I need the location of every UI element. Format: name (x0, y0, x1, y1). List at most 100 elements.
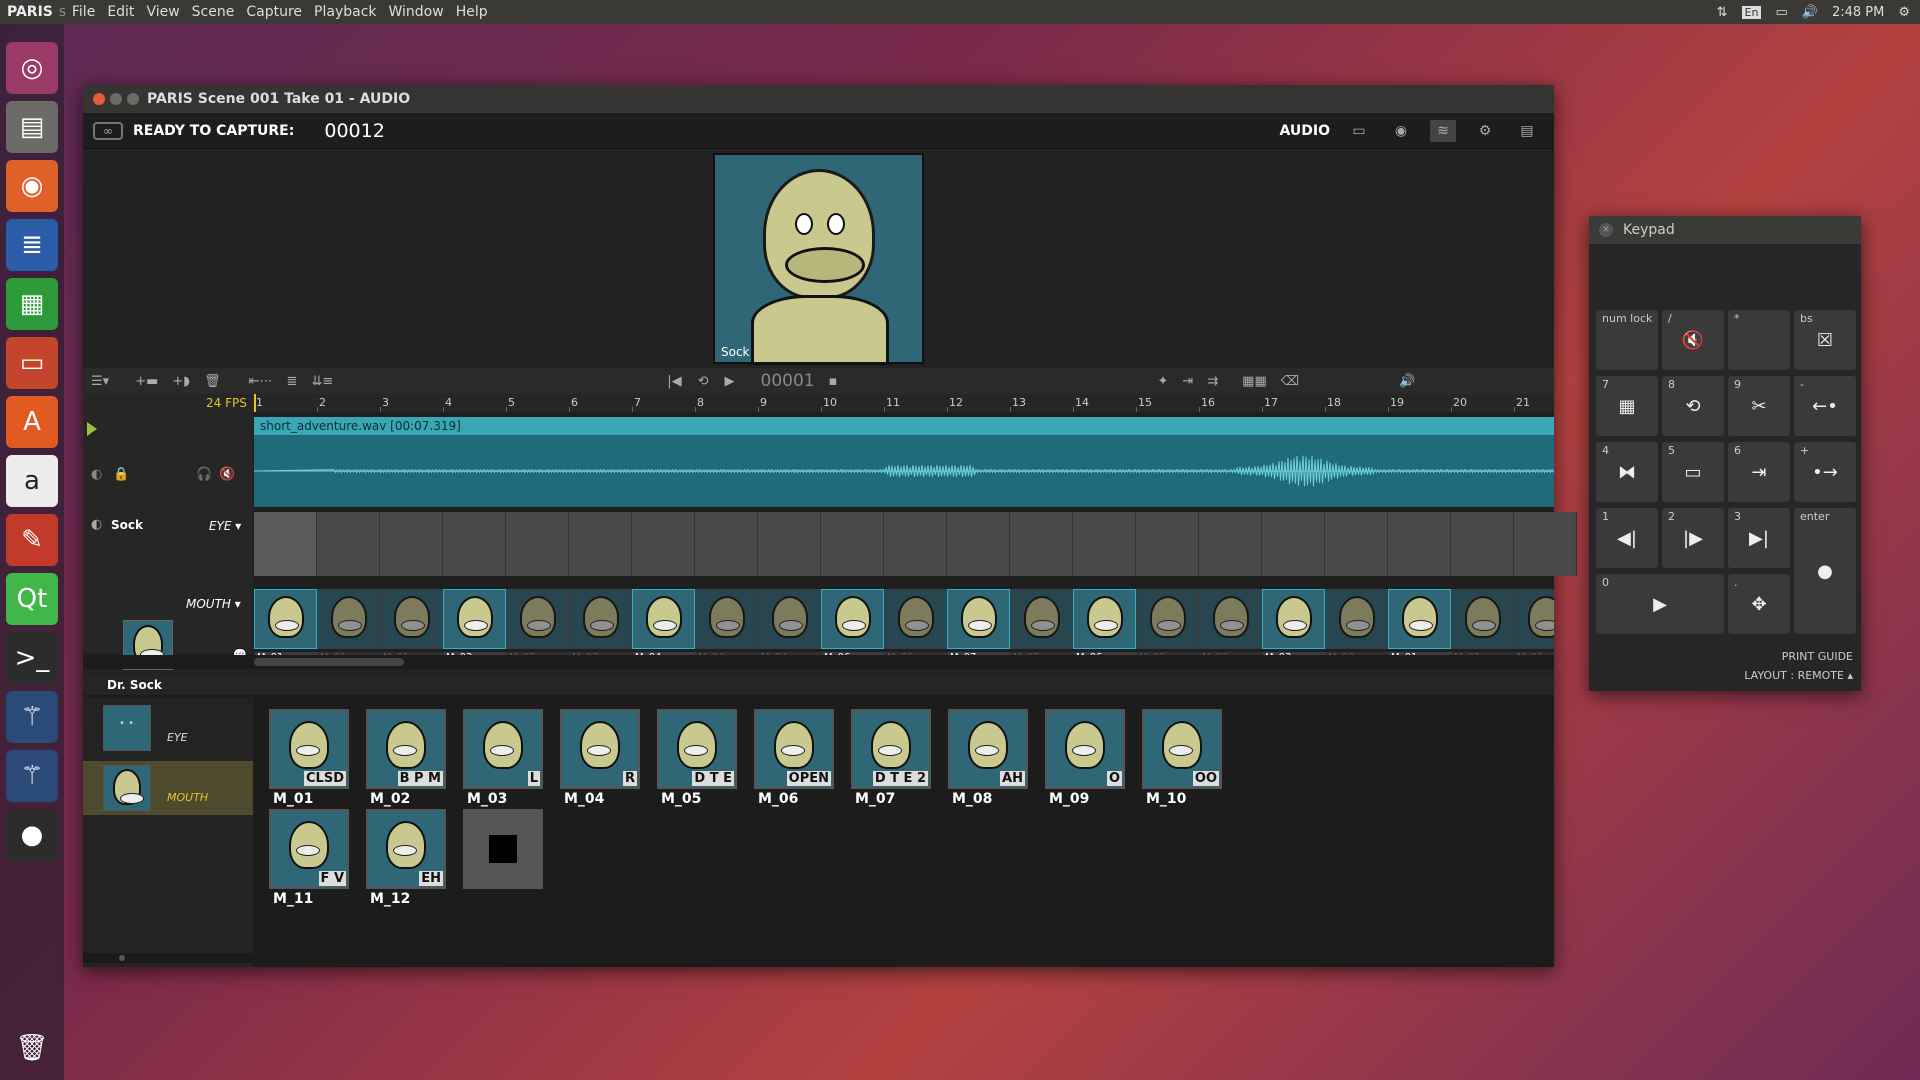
keypad-key-decimal[interactable]: . ✥ (1728, 574, 1790, 634)
library-group-eye[interactable]: • • EYE (83, 701, 253, 755)
mouth-cell[interactable]: M_04 (632, 589, 696, 663)
keypad-titlebar[interactable]: ✕ Keypad (1589, 216, 1861, 244)
keypad-key-decimal[interactable]: + •→ (1794, 442, 1856, 502)
go-start-icon[interactable]: |◀ (667, 374, 681, 389)
eye-cell[interactable] (380, 512, 443, 576)
new-drawing-button[interactable] (463, 809, 543, 889)
add-track-icon[interactable]: +▬ (135, 374, 158, 389)
minimize-window-button[interactable] (110, 93, 122, 105)
library-thumb[interactable]: D T E 2 M_07 (851, 709, 931, 807)
eye-cell[interactable] (1073, 512, 1136, 576)
keypad-key-1[interactable]: 1 ◀| (1596, 508, 1658, 568)
qt-icon[interactable]: Qt (6, 573, 58, 625)
keypad-key-4[interactable]: 4 ⧓ (1596, 442, 1658, 502)
playhead-marker-icon[interactable] (87, 422, 97, 436)
settings-icon[interactable]: ✎ (6, 514, 58, 566)
mouth-cell[interactable]: M_04 (758, 589, 822, 663)
keypad-key-0[interactable]: 0 ▶ (1596, 574, 1724, 634)
library-thumb[interactable]: OO M_10 (1142, 709, 1222, 807)
eye-cell[interactable] (821, 512, 884, 576)
keypad-key-8[interactable]: 8 ⟲ (1662, 376, 1724, 436)
monitor-icon[interactable]: ▭ (1346, 120, 1372, 142)
keypad-key-enter[interactable]: enter ● (1794, 508, 1856, 634)
marker-icon[interactable]: ✦ (1157, 374, 1168, 389)
extend-all-icon[interactable]: ⇉ (1207, 374, 1218, 389)
impress-icon[interactable]: ▭ (6, 337, 58, 389)
mouth-cell[interactable]: M_06 (1073, 589, 1137, 663)
menu-item-edit[interactable]: Edit (101, 4, 140, 20)
timeline-scroll-thumb[interactable] (254, 658, 404, 666)
terminal-icon[interactable]: >_ (6, 632, 58, 684)
mouth-cell[interactable]: M_06 (821, 589, 885, 663)
eye-cell[interactable] (1199, 512, 1262, 576)
amazon-icon[interactable]: a (6, 455, 58, 507)
menu-item-scene[interactable]: Scene (186, 4, 241, 20)
eye-cell[interactable] (884, 512, 947, 576)
eye-cell[interactable] (569, 512, 632, 576)
keypad-key-7[interactable]: 7 ▦ (1596, 376, 1658, 436)
mouth-cell[interactable]: M_03 (569, 589, 633, 663)
mouth-cell[interactable]: M_06 (884, 589, 948, 663)
library-scrollbar[interactable] (83, 953, 253, 963)
library-thumb[interactable]: L M_03 (463, 709, 543, 807)
system-gear-icon[interactable]: ⚙ (1898, 5, 1910, 20)
window-titlebar[interactable]: PARIS Scene 001 Take 01 - AUDIO (83, 85, 1554, 113)
maximize-window-button[interactable] (127, 93, 139, 105)
frame-stepper-icon[interactable]: ▪ (829, 374, 838, 389)
print-guide-button[interactable]: PRINT GUIDE (1782, 650, 1853, 663)
keypad-key-decimal[interactable]: / 🔇 (1662, 310, 1724, 370)
library-thumb[interactable]: EH M_12 (366, 809, 446, 907)
mouth-cell[interactable]: M_03 (1325, 589, 1389, 663)
library-thumb[interactable]: D T E M_05 (657, 709, 737, 807)
menu-item-help[interactable]: Help (450, 4, 494, 20)
grid-icon[interactable]: ▦▦ (1242, 374, 1267, 389)
keypad-key-5[interactable]: 5 ▭ (1662, 442, 1724, 502)
mute-icon[interactable]: 🔇 (219, 467, 235, 482)
mouth-cell[interactable]: M_01 (1388, 589, 1452, 663)
library-thumb[interactable]: CLSD M_01 (269, 709, 349, 807)
network-icon[interactable]: ⇅ (1717, 5, 1728, 20)
menu-item-capture[interactable]: Capture (240, 4, 308, 20)
menu-item-view[interactable]: View (140, 4, 185, 20)
audio-lock-icon[interactable]: 🔒 (113, 467, 129, 482)
add-layer-icon[interactable]: +◗ (172, 374, 190, 389)
audio-visibility-icon[interactable]: ◐ (91, 467, 102, 482)
timeline-ruler[interactable]: 24 FPS 1 2 3 4 5 6 7 8 9 10 11 12 13 14 15 16 17 18 19 20 21 (83, 394, 1554, 412)
menu-item-playback[interactable]: Playback (308, 4, 382, 20)
mouth-cell[interactable]: M_01 (1514, 589, 1554, 663)
menu-icon[interactable]: ☰▾ (91, 374, 109, 389)
keypad-key-decimal[interactable]: - ←• (1794, 376, 1856, 436)
keypad-key-2[interactable]: 2 |▶ (1662, 508, 1724, 568)
keypad-key-bs[interactable]: bs ☒ (1794, 310, 1856, 370)
mouth-cell[interactable]: M_01 (254, 589, 318, 663)
mouth-layer-dropdown[interactable]: MOUTH ▾ (186, 597, 241, 611)
clock[interactable]: 2:48 PM (1832, 5, 1884, 20)
ubuntu-icon[interactable]: ◎ (6, 42, 58, 94)
menu-item-window[interactable]: Window (383, 4, 450, 20)
eye-cell[interactable] (695, 512, 758, 576)
files-icon[interactable]: ▤ (6, 101, 58, 153)
layout-dropdown[interactable]: LAYOUT : REMOTE ▴ (1744, 669, 1853, 682)
effects-icon[interactable]: ⚙ (1472, 120, 1498, 142)
eye-cell[interactable] (506, 512, 569, 576)
mouth-cell[interactable]: M_06 (1199, 589, 1263, 663)
mouth-cell[interactable]: M_07 (1010, 589, 1074, 663)
playhead[interactable] (254, 394, 256, 412)
eye-cell[interactable] (1262, 512, 1325, 576)
loop-icon[interactable]: ∞ (93, 121, 123, 140)
language-indicator[interactable]: En (1741, 5, 1762, 19)
mouth-cell[interactable]: M_07 (947, 589, 1011, 663)
eye-cell[interactable] (1010, 512, 1073, 576)
panel-icon[interactable]: ▤ (1514, 120, 1540, 142)
keypad-key-9[interactable]: 9 ✂ (1728, 376, 1790, 436)
software-icon[interactable]: A (6, 396, 58, 448)
eye-cell[interactable] (632, 512, 695, 576)
play-icon[interactable]: ▶ (725, 374, 735, 389)
library-zoom-slider[interactable] (119, 955, 125, 961)
mouth-cell[interactable]: M_03 (506, 589, 570, 663)
camera-icon[interactable]: ◉ (1388, 120, 1414, 142)
mouth-cell[interactable]: M_01 (1451, 589, 1515, 663)
eye-cell[interactable] (1514, 512, 1577, 576)
keypad-close-icon[interactable]: ✕ (1599, 223, 1613, 237)
mouth-cell[interactable]: M_04 (695, 589, 759, 663)
